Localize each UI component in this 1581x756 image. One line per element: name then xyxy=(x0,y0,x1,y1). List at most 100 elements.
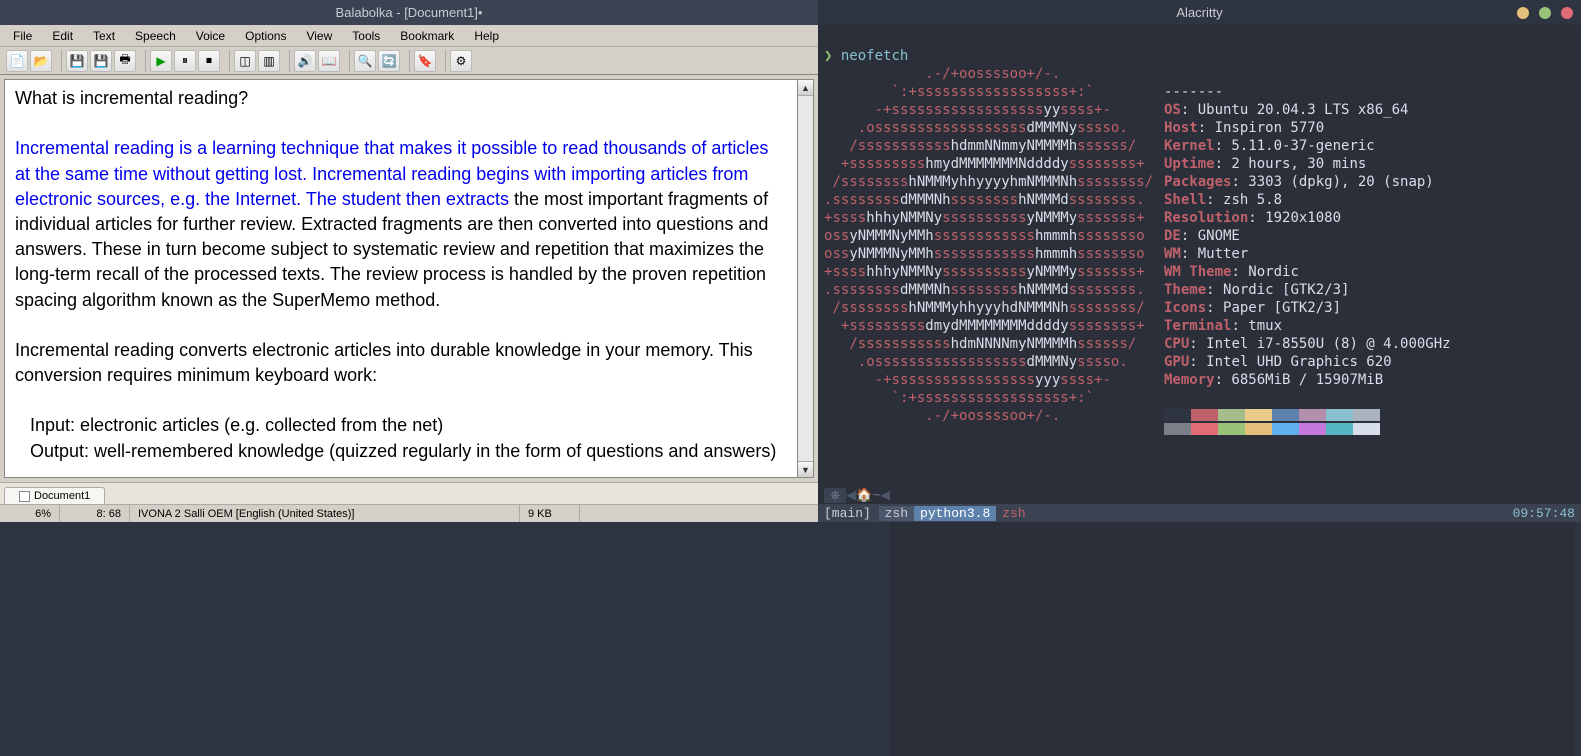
status-position: 8: 68 xyxy=(60,505,130,522)
info-dashes: ------- xyxy=(1164,84,1223,100)
alacritty-titlebar[interactable]: Alacritty xyxy=(818,0,1581,25)
neofetch-info: ------- OS: Ubuntu 20.04.3 LTS x86_64 Ho… xyxy=(1164,65,1575,453)
new-button[interactable]: 📄 xyxy=(6,50,28,72)
vertical-scrollbar[interactable]: ▲ ▼ xyxy=(798,79,814,478)
tmux-statusbar-bottom: [main] zsh python3.8 zsh 09:57:48 xyxy=(818,504,1581,522)
minimize-icon[interactable] xyxy=(1517,7,1529,19)
bookmark-button[interactable]: 🔖 xyxy=(414,50,436,72)
info-theme-val: : Nordic [GTK2/3] xyxy=(1206,282,1349,298)
info-gpu-key: GPU xyxy=(1164,354,1189,370)
maximize-icon[interactable] xyxy=(772,7,784,19)
tmux-cwd: ~ xyxy=(873,488,881,503)
info-gpu-val: : Intel UHD Graphics 620 xyxy=(1189,354,1391,370)
close-icon[interactable] xyxy=(798,7,810,19)
menu-options[interactable]: Options xyxy=(236,27,295,45)
scroll-up-icon[interactable]: ▲ xyxy=(798,80,813,96)
menu-edit[interactable]: Edit xyxy=(43,27,82,45)
print-button[interactable]: 🖶 xyxy=(114,50,136,72)
save-all-button[interactable]: 💾 xyxy=(90,50,112,72)
tmux-time: 09:57:48 xyxy=(1513,506,1575,521)
menu-speech[interactable]: Speech xyxy=(126,27,185,45)
info-host-val: : Inspiron 5770 xyxy=(1198,120,1324,136)
alacritty-window: Alacritty ❯ neofetch .-/+oossssoo+/-. `:… xyxy=(818,0,1581,522)
info-icons-val: : Paper [GTK2/3] xyxy=(1206,300,1341,316)
scroll-down-icon[interactable]: ▼ xyxy=(798,461,813,477)
tmux-session[interactable]: [main] xyxy=(824,506,871,521)
prompt-symbol: ❯ xyxy=(824,48,832,64)
info-theme-key: Theme xyxy=(1164,282,1206,298)
home-icon: 🏠 xyxy=(856,488,872,503)
info-os-val: : Ubuntu 20.04.3 LTS x86_64 xyxy=(1181,102,1409,118)
terminal[interactable]: ❯ neofetch .-/+oossssoo+/-. `:+sssssssss… xyxy=(818,25,1581,486)
doc-heading: What is incremental reading? xyxy=(15,86,787,111)
info-shell-key: Shell xyxy=(1164,192,1206,208)
info-terminal-val: : tmux xyxy=(1231,318,1282,334)
merge-button[interactable]: ▥ xyxy=(258,50,280,72)
toolbar: 📄 📂 💾 💾 🖶 ▶ ⏸ ⏹ ◫ ▥ 🔊 📖 🔍 🔄 🔖 ⚙ xyxy=(0,47,818,75)
editor-area: What is incremental reading? Incremental… xyxy=(0,75,818,482)
info-wmtheme-val: : Nordic xyxy=(1231,264,1298,280)
menu-view[interactable]: View xyxy=(297,27,341,45)
menu-file[interactable]: File xyxy=(4,27,41,45)
status-size: 9 KB xyxy=(520,505,580,522)
info-host-key: Host xyxy=(1164,120,1198,136)
text-editor[interactable]: What is incremental reading? Incremental… xyxy=(4,79,798,478)
tmux-left-segment: ⎈ xyxy=(824,488,846,503)
balabolka-title: Balabolka - [Document1]• xyxy=(336,5,483,20)
replace-button[interactable]: 🔄 xyxy=(378,50,400,72)
alacritty-title: Alacritty xyxy=(1176,5,1222,20)
balabolka-window: Balabolka - [Document1]• File Edit Text … xyxy=(0,0,818,522)
doc-li1: Input: electronic articles (e.g. collect… xyxy=(15,413,787,438)
info-uptime-val: : 2 hours, 30 mins xyxy=(1215,156,1367,172)
document-icon xyxy=(19,491,30,502)
doc-li2: Output: well-remembered knowledge (quizz… xyxy=(15,439,787,464)
dictionary-button[interactable]: 📖 xyxy=(318,50,340,72)
info-terminal-key: Terminal xyxy=(1164,318,1231,334)
menu-help[interactable]: Help xyxy=(465,27,508,45)
status-voice: IVONA 2 Salli OEM [English (United State… xyxy=(130,505,520,522)
balabolka-titlebar[interactable]: Balabolka - [Document1]• xyxy=(0,0,818,25)
info-packages-val: : 3303 (dpkg), 20 (snap) xyxy=(1231,174,1433,190)
split-button[interactable]: ◫ xyxy=(234,50,256,72)
neofetch-logo: .-/+oossssoo+/-. `:+ssssssssssssssssss+:… xyxy=(824,65,1164,453)
color-swatches-dark xyxy=(1164,409,1575,421)
tmux-window-3[interactable]: zsh xyxy=(996,506,1031,521)
play-button[interactable]: ▶ xyxy=(150,50,172,72)
minimize-icon[interactable] xyxy=(746,7,758,19)
save-button[interactable]: 💾 xyxy=(66,50,88,72)
statusbar: 6% 8: 68 IVONA 2 Salli OEM [English (Uni… xyxy=(0,504,818,522)
tmux-window-2[interactable]: python3.8 xyxy=(914,506,996,521)
tmux-statusbar-top: ⎈ ◀ 🏠 ~ ◀ ✓ ❮ at 09:57:46 AM 🕘 xyxy=(818,486,1581,504)
settings-button[interactable]: ⚙ xyxy=(450,50,472,72)
open-button[interactable]: 📂 xyxy=(30,50,52,72)
menu-text[interactable]: Text xyxy=(84,27,124,45)
maximize-icon[interactable] xyxy=(1539,7,1551,19)
info-de-val: : GNOME xyxy=(1181,228,1240,244)
info-de-key: DE xyxy=(1164,228,1181,244)
document-tabs: Document1 xyxy=(0,482,818,504)
info-wm-val: : Mutter xyxy=(1181,246,1248,262)
stop-button[interactable]: ⏹ xyxy=(198,50,220,72)
info-shell-val: : zsh 5.8 xyxy=(1206,192,1282,208)
menu-tools[interactable]: Tools xyxy=(343,27,389,45)
info-packages-key: Packages xyxy=(1164,174,1231,190)
status-percent: 6% xyxy=(0,505,60,522)
menu-bookmark[interactable]: Bookmark xyxy=(391,27,463,45)
export-audio-button[interactable]: 🔊 xyxy=(294,50,316,72)
tmux-window-1[interactable]: zsh xyxy=(879,506,914,521)
info-icons-key: Icons xyxy=(1164,300,1206,316)
find-button[interactable]: 🔍 xyxy=(354,50,376,72)
tab-document1[interactable]: Document1 xyxy=(4,487,105,504)
command-text: neofetch xyxy=(841,48,908,64)
info-kernel-key: Kernel xyxy=(1164,138,1215,154)
menu-voice[interactable]: Voice xyxy=(187,27,234,45)
close-icon[interactable] xyxy=(1561,7,1573,19)
menubar: File Edit Text Speech Voice Options View… xyxy=(0,25,818,47)
info-wm-key: WM xyxy=(1164,246,1181,262)
pause-button[interactable]: ⏸ xyxy=(174,50,196,72)
color-swatches-light xyxy=(1164,423,1575,435)
info-cpu-key: CPU xyxy=(1164,336,1189,352)
info-uptime-key: Uptime xyxy=(1164,156,1215,172)
info-cpu-val: : Intel i7-8550U (8) @ 4.000GHz xyxy=(1189,336,1450,352)
info-wmtheme-key: WM Theme xyxy=(1164,264,1231,280)
